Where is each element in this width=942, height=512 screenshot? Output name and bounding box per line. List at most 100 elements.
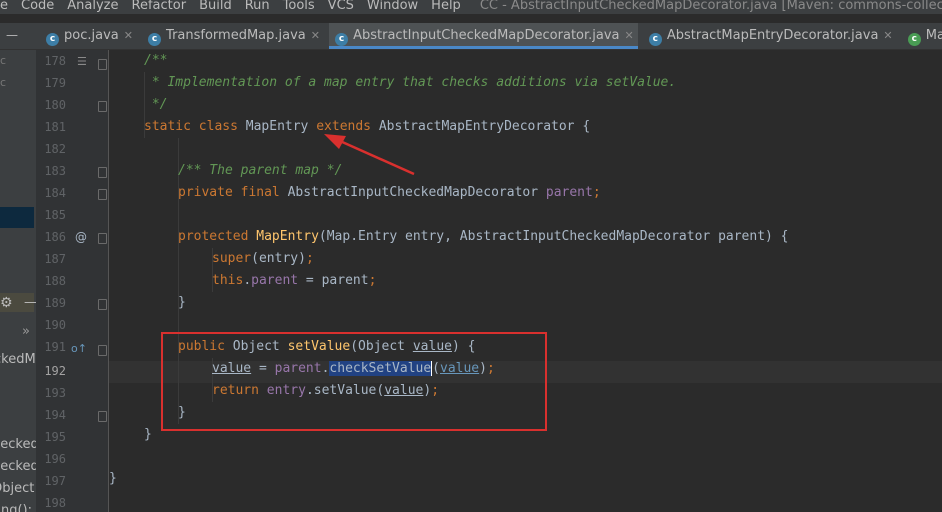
keyword: class: [198, 119, 238, 134]
menu-item-help[interactable]: Help: [431, 0, 461, 12]
annotation-marker[interactable]: @: [75, 230, 87, 244]
editor-tab-bar: — c poc.java ✕ c TransformedMap.java ✕ c Abst…: [0, 23, 942, 50]
code-line-186: protected MapEntry(Map.Entry entry, Abst…: [109, 226, 789, 248]
semicolon: ;: [305, 251, 314, 266]
fold-marker-icon[interactable]: [98, 167, 107, 178]
keyword: private: [178, 185, 233, 200]
brace: }: [109, 471, 117, 486]
line-number: 197: [44, 474, 66, 488]
args: (entry): [251, 251, 306, 266]
semicolon: ;: [368, 273, 377, 288]
tab-poc-java[interactable]: c poc.java ✕: [40, 23, 137, 49]
close-icon[interactable]: ✕: [311, 29, 320, 42]
code-line-195: }: [109, 424, 152, 446]
menu-item-run[interactable]: Run: [245, 0, 270, 12]
line-number: 183: [44, 164, 66, 178]
tab-abstractmapentrydecorator-java[interactable]: c AbstractMapEntryDecorator.java ✕: [643, 23, 897, 49]
menu-item-tools[interactable]: Tools: [283, 0, 315, 12]
tab-abstractinputcheckedmapdecorator-java[interactable]: c AbstractInputCheckedMapDecorator.java ✕: [329, 23, 638, 49]
line-number: 198: [44, 496, 66, 510]
code-line-180: */: [109, 94, 168, 116]
java-class-icon: c: [648, 33, 662, 46]
comment-text: /** The parent map */: [178, 163, 343, 178]
comment-text: */: [144, 97, 168, 112]
brace: }: [178, 295, 186, 310]
fold-marker-icon[interactable]: [98, 233, 107, 244]
tree-item[interactable]: ckedMa: [0, 352, 36, 367]
fold-marker-icon[interactable]: [98, 299, 107, 310]
tree-item[interactable]: ring():: [0, 503, 32, 512]
line-number: 189: [44, 296, 66, 310]
tree-item[interactable]: hecked: [0, 437, 36, 452]
params: (Map.Entry entry, AbstractInputCheckedMa…: [318, 229, 789, 244]
java-class-icon: c: [335, 33, 349, 46]
line-number-current: 192: [44, 364, 66, 378]
tab-label: AbstractMapEntryDecorator.java: [666, 28, 879, 43]
code-line-189: }: [109, 292, 186, 314]
settings-gear-icon[interactable]: ⚙: [0, 295, 13, 311]
line-number: 191: [44, 340, 66, 354]
code-line-183: /** The parent map */: [109, 160, 342, 182]
code-editor[interactable]: /** * Implementation of a map entry that…: [109, 50, 942, 512]
tree-item[interactable]: necked: [0, 459, 36, 474]
close-icon[interactable]: ✕: [625, 29, 634, 42]
menu-item-refactor[interactable]: Refactor: [132, 0, 187, 12]
tab-label: poc.java: [64, 28, 119, 43]
fold-marker-icon[interactable]: [98, 189, 107, 200]
menu-item-vcs[interactable]: VCS: [328, 0, 354, 12]
tree-expand-icon[interactable]: »: [22, 324, 30, 339]
comment-text: /**: [144, 53, 168, 68]
keyword: static: [144, 119, 191, 134]
field-name: parent: [251, 273, 299, 288]
menu-item-window[interactable]: Window: [367, 0, 418, 12]
project-tool-window: ⚙ — » ckedMa hecked necked Object ring()…: [0, 50, 36, 512]
java-class-icon: c: [148, 33, 162, 46]
collapse-icon[interactable]: —: [6, 23, 18, 48]
line-number: 196: [44, 452, 66, 466]
menu-bar: e Code Analyze Refactor Build Run Tools VCS Wind…: [0, 0, 942, 14]
close-icon[interactable]: ✕: [883, 29, 892, 42]
menu-item-code[interactable]: Code: [21, 0, 54, 12]
keyword: super: [212, 251, 252, 266]
tab-transformedmap-java[interactable]: c TransformedMap.java ✕: [142, 23, 324, 49]
close-icon[interactable]: ✕: [124, 29, 133, 42]
tree-top-fragment: c: [0, 76, 7, 89]
menu-item-build[interactable]: Build: [199, 0, 232, 12]
line-number: 186: [44, 230, 66, 244]
code-line-188: this.parent = parent;: [109, 270, 376, 292]
brace: }: [144, 427, 152, 442]
type-name: AbstractInputCheckedMapDecorator: [287, 185, 539, 200]
fold-marker-icon[interactable]: [98, 411, 107, 422]
tree-top-fragment: c: [0, 54, 7, 67]
tree-item[interactable]: Object: [0, 481, 34, 496]
keyword: this: [212, 273, 244, 288]
minimize-icon[interactable]: —: [24, 295, 36, 310]
selected-tree-row[interactable]: [0, 207, 34, 228]
code-line-184: private final AbstractInputCheckedMapDec…: [109, 182, 601, 204]
line-number: 180: [44, 98, 66, 112]
menu-item-analyze[interactable]: Analyze: [67, 0, 118, 12]
line-number: 178: [44, 54, 66, 68]
tab-label: TransformedMap.java: [166, 28, 306, 43]
fold-marker-icon[interactable]: [98, 59, 107, 70]
code-line-197: }: [109, 468, 117, 490]
expression: = parent: [298, 273, 369, 288]
menu-item-edit[interactable]: e: [0, 0, 8, 12]
tab-label: AbstractInputCheckedMapDecorator.java: [353, 28, 620, 43]
semicolon: ;: [592, 185, 601, 200]
tab-truncated[interactable]: c Ma: [902, 23, 942, 49]
implements-list-icon[interactable]: ☰: [77, 55, 87, 68]
override-method-icon[interactable]: o↑: [71, 342, 87, 355]
class-name: AbstractMapEntryDecorator {: [378, 119, 591, 134]
fold-marker-icon[interactable]: [98, 345, 107, 356]
line-number: 190: [44, 318, 66, 332]
keyword: final: [240, 185, 280, 200]
tab-label: Ma: [925, 28, 942, 43]
line-number: 187: [44, 252, 66, 266]
line-number: 193: [44, 386, 66, 400]
fold-marker-icon[interactable]: [98, 101, 107, 112]
line-number: 195: [44, 430, 66, 444]
line-number: 194: [44, 408, 66, 422]
line-number: 181: [44, 120, 66, 134]
field-name: parent: [545, 185, 593, 200]
